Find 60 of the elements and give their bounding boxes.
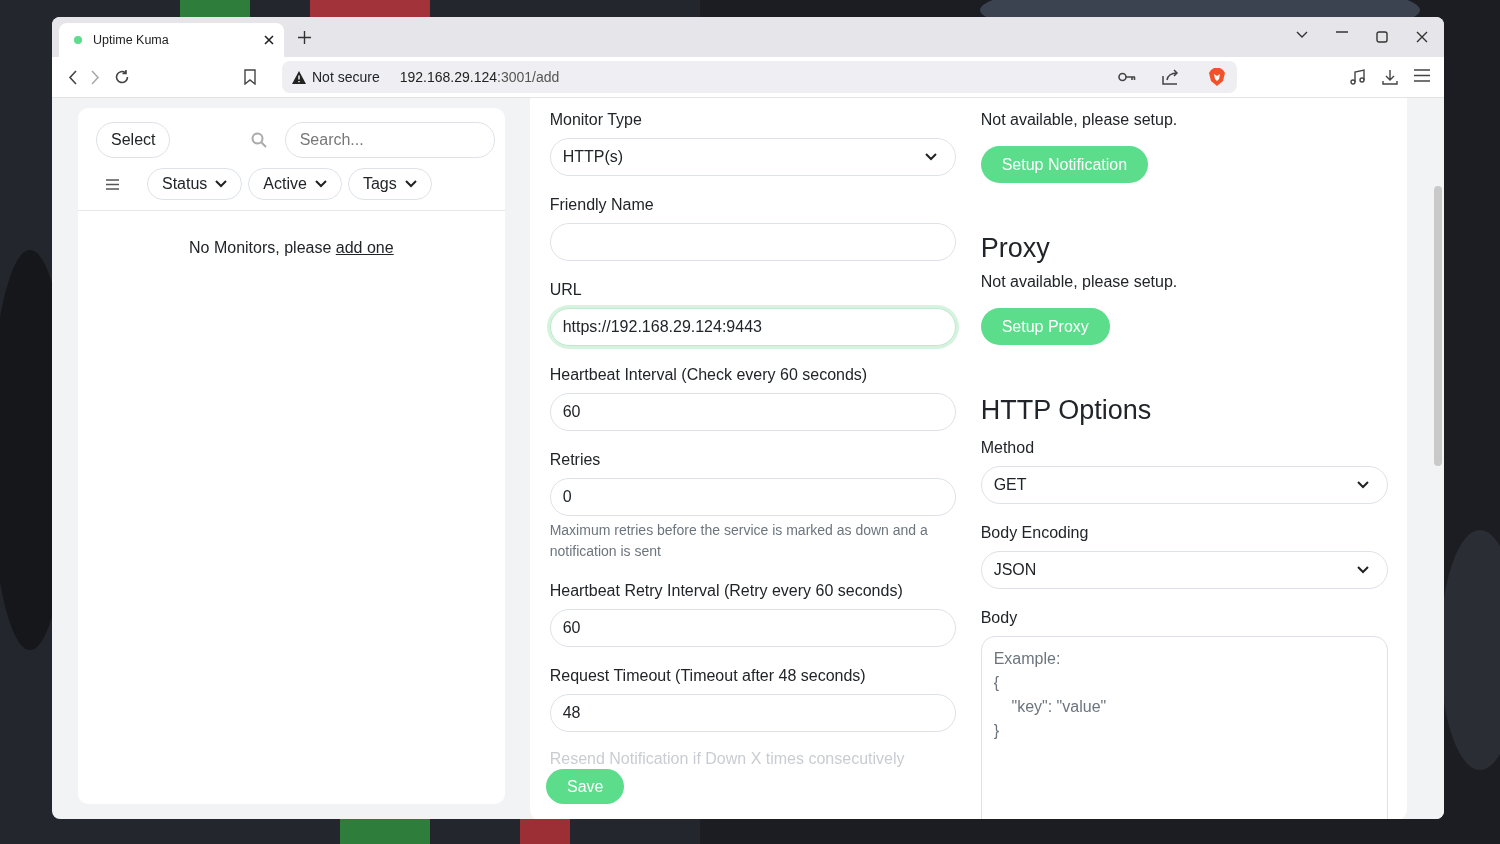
favicon-icon (73, 35, 83, 45)
input-field[interactable]: 60 (549, 393, 956, 431)
address-url[interactable]: 192.168.29.124:3001/add (399, 69, 560, 85)
download-icon[interactable] (1382, 69, 1398, 85)
input-field[interactable]: 0 (549, 478, 956, 516)
input-field[interactable] (549, 223, 956, 261)
menu-icon[interactable] (1414, 69, 1430, 82)
body-textarea[interactable]: Example: { "key": "value" } (980, 636, 1388, 819)
music-note-icon[interactable] (1350, 69, 1366, 85)
input-field[interactable]: 60 (549, 609, 956, 647)
filter-dropdown[interactable]: Tags (347, 168, 432, 200)
back-icon[interactable] (68, 69, 77, 85)
field-label: Method (980, 439, 1036, 457)
warning-icon (292, 70, 306, 84)
browser-tab[interactable]: Uptime Kuma (59, 23, 284, 57)
scrollbar-thumb[interactable] (1434, 186, 1442, 466)
select-field[interactable]: GET (980, 466, 1388, 504)
info-text: Not available, please setup. (980, 111, 1179, 129)
maximize-icon[interactable] (1376, 31, 1388, 43)
search-field[interactable]: Search... (284, 122, 495, 158)
field-label: Heartbeat Interval (Check every 60 seconds) (549, 366, 869, 384)
field-label: Heartbeat Retry Interval (Retry every 60 seconds) (549, 582, 904, 600)
menu-icon[interactable] (106, 178, 119, 190)
new-tab-icon[interactable] (298, 30, 311, 44)
share-icon[interactable] (1162, 69, 1179, 85)
field-label: Body Encoding (980, 524, 1090, 542)
info-text: Not available, please setup. (980, 273, 1179, 291)
chevron-down-icon (1356, 481, 1369, 489)
empty-message: No Monitors, please add one (188, 239, 395, 257)
field-label: Request Timeout (Timeout after 48 seconds) (549, 667, 867, 685)
chevron-down-icon (1356, 566, 1369, 574)
caret-icon (215, 180, 228, 188)
security-label[interactable]: Not secure (312, 69, 380, 85)
field-label: URL (549, 281, 583, 299)
hint-text: Maximum retries before the service is marked as down and a notification is sent (549, 521, 929, 561)
input-field[interactable]: https://192.168.29.124:9443 (549, 308, 956, 346)
field-label: Friendly Name (549, 196, 655, 214)
field-label: Body (980, 609, 1019, 627)
input-field[interactable]: 48 (549, 694, 956, 732)
select-field[interactable]: JSON (980, 551, 1388, 589)
chevron-down-icon[interactable] (1296, 31, 1308, 39)
add-link[interactable]: add one (335, 239, 394, 256)
select-field[interactable]: HTTP(s) (549, 138, 956, 176)
reload-icon[interactable] (114, 69, 130, 85)
filter-dropdown[interactable]: Active (248, 168, 342, 200)
caret-icon (404, 180, 417, 188)
key-icon[interactable] (1118, 72, 1136, 82)
search-icon (250, 132, 267, 148)
section-heading: HTTP Options (980, 395, 1153, 426)
field-label: Retries (549, 451, 602, 469)
close-icon[interactable] (264, 35, 274, 45)
filter-dropdown[interactable]: Status (147, 168, 243, 200)
chevron-down-icon (924, 153, 937, 161)
shield-icon[interactable] (1209, 68, 1225, 86)
section-heading: Proxy (980, 233, 1051, 264)
field-label: Monitor Type (549, 111, 643, 129)
select-button[interactable]: Select (96, 122, 171, 158)
bookmark-icon[interactable] (244, 69, 256, 85)
close-icon[interactable] (1416, 31, 1428, 43)
caret-icon (314, 180, 327, 188)
